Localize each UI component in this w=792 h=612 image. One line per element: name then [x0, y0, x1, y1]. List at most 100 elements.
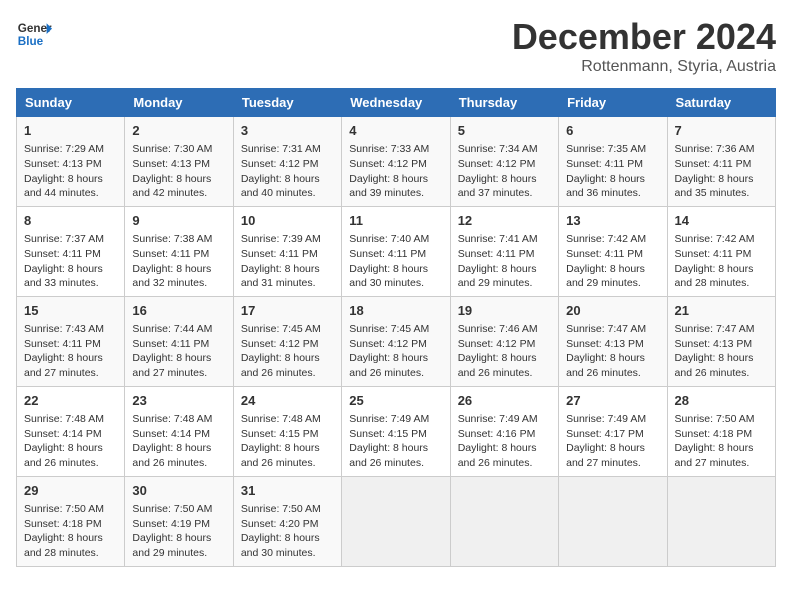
weekday-header-row: SundayMondayTuesdayWednesdayThursdayFrid… [17, 89, 776, 117]
day-info: Sunrise: 7:48 AMSunset: 4:14 PMDaylight:… [24, 412, 117, 471]
calendar-cell: 3 Sunrise: 7:31 AMSunset: 4:12 PMDaylight… [233, 117, 341, 207]
weekday-header-monday: Monday [125, 89, 233, 117]
day-info: Sunrise: 7:29 AMSunset: 4:13 PMDaylight:… [24, 142, 117, 201]
calendar-title: December 2024 [512, 16, 776, 58]
calendar-cell: 15Sunrise: 7:43 AMSunset: 4:11 PMDayligh… [17, 296, 125, 386]
day-number: 13 [566, 212, 659, 230]
weekday-header-sunday: Sunday [17, 89, 125, 117]
day-info: Sunrise: 7:40 AMSunset: 4:11 PMDaylight:… [349, 232, 442, 291]
calendar-cell: 16 Sunrise: 7:44 AMSunset: 4:11 PMDayligh… [125, 296, 233, 386]
day-info: Sunrise: 7:38 AMSunset: 4:11 PMDaylight:… [132, 232, 225, 291]
calendar-cell: 18 Sunrise: 7:45 AMSunset: 4:12 PMDayligh… [342, 296, 450, 386]
day-number: 3 [241, 122, 334, 140]
calendar-cell: 26Sunrise: 7:49 AMSunset: 4:16 PMDayligh… [450, 386, 558, 476]
day-number: 17 [241, 302, 334, 320]
calendar-cell: 23Sunrise: 7:48 AMSunset: 4:14 PMDayligh… [125, 386, 233, 476]
calendar-cell: 6 Sunrise: 7:35 AMSunset: 4:11 PMDaylight… [559, 117, 667, 207]
day-info: Sunrise: 7:48 AMSunset: 4:15 PMDaylight:… [241, 412, 334, 471]
calendar-cell [667, 476, 775, 566]
day-info: Sunrise: 7:50 AMSunset: 4:20 PMDaylight:… [241, 502, 334, 561]
day-info: Sunrise: 7:39 AMSunset: 4:11 PMDaylight:… [241, 232, 334, 291]
day-info: Sunrise: 7:33 AMSunset: 4:12 PMDaylight:… [349, 142, 442, 201]
weekday-header-friday: Friday [559, 89, 667, 117]
calendar-week-row: 22 Sunrise: 7:48 AMSunset: 4:14 PMDayligh… [17, 386, 776, 476]
calendar-cell [450, 476, 558, 566]
calendar-cell: 28Sunrise: 7:50 AMSunset: 4:18 PMDayligh… [667, 386, 775, 476]
day-number: 12 [458, 212, 551, 230]
day-number: 22 [24, 392, 117, 410]
day-info: Sunrise: 7:45 AMSunset: 4:12 PMDaylight:… [349, 322, 442, 381]
day-number: 28 [675, 392, 768, 410]
day-number: 10 [241, 212, 334, 230]
svg-text:Blue: Blue [18, 35, 44, 48]
day-info: Sunrise: 7:49 AMSunset: 4:15 PMDaylight:… [349, 412, 442, 471]
day-info: Sunrise: 7:46 AMSunset: 4:12 PMDaylight:… [458, 322, 551, 381]
weekday-header-wednesday: Wednesday [342, 89, 450, 117]
day-info: Sunrise: 7:48 AMSunset: 4:14 PMDaylight:… [132, 412, 225, 471]
day-number: 20 [566, 302, 659, 320]
calendar-week-row: 8 Sunrise: 7:37 AMSunset: 4:11 PMDaylight… [17, 206, 776, 296]
day-number: 25 [349, 392, 442, 410]
day-number: 27 [566, 392, 659, 410]
day-info: Sunrise: 7:43 AMSunset: 4:11 PMDaylight:… [24, 322, 117, 381]
calendar-cell: 4 Sunrise: 7:33 AMSunset: 4:12 PMDaylight… [342, 117, 450, 207]
day-info: Sunrise: 7:42 AMSunset: 4:11 PMDaylight:… [675, 232, 768, 291]
calendar-cell: 29 Sunrise: 7:50 AMSunset: 4:18 PMDayligh… [17, 476, 125, 566]
day-info: Sunrise: 7:45 AMSunset: 4:12 PMDaylight:… [241, 322, 334, 381]
calendar-cell: 10 Sunrise: 7:39 AMSunset: 4:11 PMDayligh… [233, 206, 341, 296]
calendar-cell: 9 Sunrise: 7:38 AMSunset: 4:11 PMDaylight… [125, 206, 233, 296]
day-number: 31 [241, 482, 334, 500]
day-number: 5 [458, 122, 551, 140]
day-number: 16 [132, 302, 225, 320]
day-info: Sunrise: 7:42 AMSunset: 4:11 PMDaylight:… [566, 232, 659, 291]
calendar-cell: 5 Sunrise: 7:34 AMSunset: 4:12 PMDaylight… [450, 117, 558, 207]
calendar-cell: 25 Sunrise: 7:49 AMSunset: 4:15 PMDayligh… [342, 386, 450, 476]
calendar-cell: 30Sunrise: 7:50 AMSunset: 4:19 PMDayligh… [125, 476, 233, 566]
day-number: 14 [675, 212, 768, 230]
day-number: 18 [349, 302, 442, 320]
day-info: Sunrise: 7:37 AMSunset: 4:11 PMDaylight:… [24, 232, 117, 291]
logo-icon: General Blue [16, 16, 52, 52]
day-info: Sunrise: 7:36 AMSunset: 4:11 PMDaylight:… [675, 142, 768, 201]
day-number: 11 [349, 212, 442, 230]
page-header: General Blue December 2024 Rottenmann, S… [16, 16, 776, 76]
day-number: 2 [132, 122, 225, 140]
day-number: 1 [24, 122, 117, 140]
day-info: Sunrise: 7:31 AMSunset: 4:12 PMDaylight:… [241, 142, 334, 201]
calendar-table: SundayMondayTuesdayWednesdayThursdayFrid… [16, 88, 776, 567]
calendar-week-row: 1 Sunrise: 7:29 AMSunset: 4:13 PMDaylight… [17, 117, 776, 207]
day-info: Sunrise: 7:49 AMSunset: 4:17 PMDaylight:… [566, 412, 659, 471]
logo: General Blue [16, 16, 52, 52]
day-number: 6 [566, 122, 659, 140]
day-number: 21 [675, 302, 768, 320]
calendar-cell: 2 Sunrise: 7:30 AMSunset: 4:13 PMDaylight… [125, 117, 233, 207]
calendar-subtitle: Rottenmann, Styria, Austria [512, 58, 776, 76]
day-number: 9 [132, 212, 225, 230]
calendar-cell: 11 Sunrise: 7:40 AMSunset: 4:11 PMDayligh… [342, 206, 450, 296]
weekday-header-tuesday: Tuesday [233, 89, 341, 117]
day-number: 29 [24, 482, 117, 500]
day-number: 7 [675, 122, 768, 140]
day-info: Sunrise: 7:34 AMSunset: 4:12 PMDaylight:… [458, 142, 551, 201]
day-info: Sunrise: 7:49 AMSunset: 4:16 PMDaylight:… [458, 412, 551, 471]
day-number: 4 [349, 122, 442, 140]
calendar-cell: 22 Sunrise: 7:48 AMSunset: 4:14 PMDayligh… [17, 386, 125, 476]
day-info: Sunrise: 7:41 AMSunset: 4:11 PMDaylight:… [458, 232, 551, 291]
calendar-cell: 20Sunrise: 7:47 AMSunset: 4:13 PMDayligh… [559, 296, 667, 386]
day-info: Sunrise: 7:30 AMSunset: 4:13 PMDaylight:… [132, 142, 225, 201]
calendar-cell: 24Sunrise: 7:48 AMSunset: 4:15 PMDayligh… [233, 386, 341, 476]
calendar-cell: 13 Sunrise: 7:42 AMSunset: 4:11 PMDayligh… [559, 206, 667, 296]
day-info: Sunrise: 7:35 AMSunset: 4:11 PMDaylight:… [566, 142, 659, 201]
calendar-cell [342, 476, 450, 566]
weekday-header-thursday: Thursday [450, 89, 558, 117]
day-info: Sunrise: 7:50 AMSunset: 4:19 PMDaylight:… [132, 502, 225, 561]
day-info: Sunrise: 7:50 AMSunset: 4:18 PMDaylight:… [24, 502, 117, 561]
calendar-cell: 7 Sunrise: 7:36 AMSunset: 4:11 PMDaylight… [667, 117, 775, 207]
calendar-cell: 17 Sunrise: 7:45 AMSunset: 4:12 PMDayligh… [233, 296, 341, 386]
weekday-header-saturday: Saturday [667, 89, 775, 117]
day-info: Sunrise: 7:44 AMSunset: 4:11 PMDaylight:… [132, 322, 225, 381]
calendar-cell: 19Sunrise: 7:46 AMSunset: 4:12 PMDayligh… [450, 296, 558, 386]
day-number: 8 [24, 212, 117, 230]
calendar-week-row: 29 Sunrise: 7:50 AMSunset: 4:18 PMDayligh… [17, 476, 776, 566]
calendar-cell: 12 Sunrise: 7:41 AMSunset: 4:11 PMDayligh… [450, 206, 558, 296]
